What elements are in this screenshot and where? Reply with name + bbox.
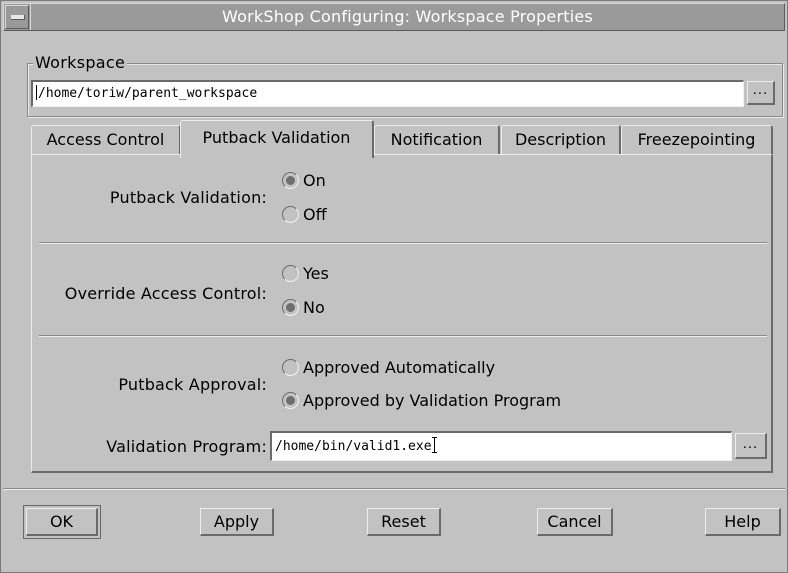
window-menu-button[interactable] — [5, 5, 29, 29]
workspace-path-value: /home/toriw/parent_workspace — [38, 86, 258, 101]
reset-button[interactable]: Reset — [367, 508, 441, 536]
apply-button[interactable]: Apply — [200, 508, 274, 536]
tab-description[interactable]: Description — [501, 125, 621, 155]
ok-button[interactable]: OK — [23, 505, 101, 539]
workspace-browse-button[interactable]: ... — [747, 81, 775, 105]
text-caret — [36, 85, 37, 100]
putback-validation-panel — [31, 154, 773, 473]
cancel-button[interactable]: Cancel — [537, 508, 613, 536]
title-bar[interactable]: WorkShop Configuring: Workspace Properti… — [3, 3, 785, 31]
tab-access-control[interactable]: Access Control — [31, 125, 181, 155]
workspace-path-field[interactable]: /home/toriw/parent_workspace — [31, 80, 744, 107]
tab-freezepointing[interactable]: Freezepointing — [621, 125, 773, 155]
help-button[interactable]: Help — [705, 508, 781, 536]
tab-putback-validation[interactable]: Putback Validation — [180, 120, 374, 158]
window-menu-icon — [11, 15, 25, 20]
button-area-divider — [3, 488, 785, 490]
tab-notification[interactable]: Notification — [374, 125, 500, 155]
window-title: WorkShop Configuring: Workspace Properti… — [30, 4, 784, 30]
workspace-properties-dialog: WorkShop Configuring: Workspace Properti… — [0, 0, 788, 573]
workspace-group-label: Workspace — [33, 53, 128, 73]
